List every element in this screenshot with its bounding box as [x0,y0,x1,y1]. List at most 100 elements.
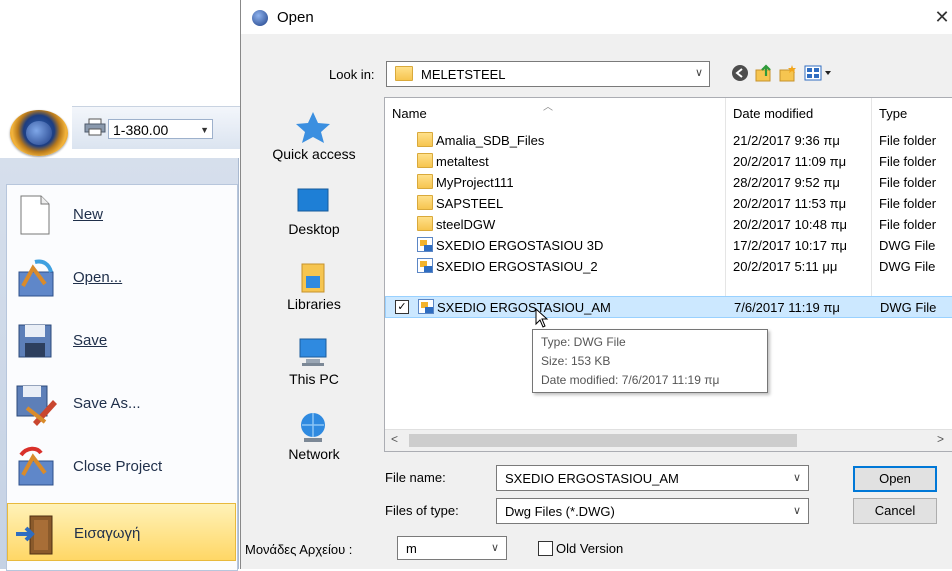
file-type: DWG File [879,259,936,274]
save-icon [18,324,52,358]
dwg-file-icon [417,237,433,252]
place-label: Quick access [272,146,356,162]
file-list[interactable]: ︿ Name Date modified Type Amalia_SDB_Fil… [384,97,952,452]
menu-item-new[interactable]: New [7,185,236,245]
mouse-cursor-icon [535,308,549,328]
units-label: Μονάδες Αρχείου : [245,542,353,557]
file-date: 7/6/2017 11:19 πμ [734,300,840,315]
look-in-combo[interactable]: MELETSTEEL ∨ [386,61,710,87]
cancel-button[interactable]: Cancel [853,498,937,524]
file-name: SXEDIO ERGOSTASIOU_2 [436,259,598,274]
menu-item-label: Save [73,332,108,349]
file-row[interactable]: SXEDIO ERGOSTASIOU_2 20/2/2017 5:11 μμ D… [385,256,952,276]
app-globe-icon [252,10,268,26]
close-button[interactable]: ✕ [931,5,952,29]
old-version-checkbox[interactable] [538,541,553,556]
quick-access-star-icon [296,112,330,143]
zoom-scale-combo[interactable]: 1-380.00 ▼ [108,119,213,139]
horizontal-scrollbar[interactable]: < > [385,429,952,451]
file-row[interactable]: Amalia_SDB_Files 21/2/2017 9:36 πμ File … [385,130,952,150]
file-info-tooltip: Type: DWG File Size: 153 KB Date modifie… [532,329,768,393]
dwg-file-icon [417,258,433,273]
file-date: 17/2/2017 10:17 πμ [733,238,848,253]
menu-item-import[interactable]: Εισαγωγή [7,503,236,561]
place-desktop[interactable]: Desktop [249,181,379,255]
file-name: steelDGW [436,217,496,232]
file-row[interactable]: SAPSTEEL 20/2/2017 11:53 πμ File folder [385,193,952,213]
new-document-icon [20,195,50,235]
back-icon[interactable] [730,64,750,82]
menu-item-save[interactable]: Save [7,311,236,371]
close-icon: ✕ [934,7,950,27]
scrollbar-thumb[interactable] [409,434,797,447]
column-header-type[interactable]: Type [879,106,907,121]
zoom-scale-value: 1-380.00 [113,122,169,138]
application-orb-button[interactable] [10,110,68,156]
application-menu-panel: New Open... Save Save As... Close Projec… [0,158,239,571]
folder-icon [417,132,433,147]
printer-icon[interactable] [84,118,106,136]
folder-icon [417,153,433,168]
chevron-down-icon: ▼ [200,125,209,135]
file-type: DWG File [880,300,937,315]
quick-access-toolbar: 1-380.00 ▼ [72,106,242,149]
menu-item-close-project[interactable]: Close Project [7,437,236,497]
scroll-right-icon[interactable]: > [937,432,944,446]
menu-item-save-as[interactable]: Save As... [7,374,236,434]
file-row[interactable]: steelDGW 20/2/2017 10:48 πμ File folder [385,214,952,234]
new-folder-icon[interactable] [778,64,798,82]
file-type: File folder [879,133,937,148]
file-date: 20/2/2017 11:53 πμ [733,196,847,211]
desktop-icon [297,188,329,212]
save-as-icon [16,385,57,426]
menu-item-label: Εισαγωγή [74,525,141,542]
close-project-icon [18,446,54,486]
dwg-file-icon [418,299,434,314]
file-type-combo[interactable]: Dwg Files (*.DWG) ∨ [496,498,809,524]
units-value: m [406,541,417,556]
file-date: 20/2/2017 11:09 πμ [733,154,847,169]
place-libraries[interactable]: Libraries [249,256,379,330]
scroll-left-icon[interactable]: < [391,432,398,446]
place-label: Desktop [288,221,340,237]
file-row-selected[interactable]: ✓ SXEDIO ERGOSTASIOU_AM 7/6/2017 11:19 π… [385,296,952,318]
view-menu-icon[interactable] [804,64,834,82]
file-row[interactable]: metaltest 20/2/2017 11:09 πμ File folder [385,151,952,171]
file-type: DWG File [879,238,936,253]
menu-item-open[interactable]: Open... [7,248,236,308]
file-row[interactable]: SXEDIO ERGOSTASIOU 3D 17/2/2017 10:17 πμ… [385,235,952,255]
place-quick-access[interactable]: Quick access [249,106,379,180]
units-combo[interactable]: m ∨ [397,536,507,560]
libraries-icon [301,263,325,293]
row-checkbox[interactable]: ✓ [395,300,409,314]
tooltip-size: Size: 153 KB [541,354,611,368]
file-row[interactable]: MyProject111 28/2/2017 9:52 πμ File fold… [385,172,952,192]
place-network[interactable]: Network [249,406,379,480]
cancel-button-label: Cancel [874,503,916,518]
open-button[interactable]: Open [853,466,937,492]
dialog-titlebar: Open ✕ [241,0,952,34]
file-name: SXEDIO ERGOSTASIOU 3D [436,238,604,253]
file-name: MyProject111 [436,175,514,190]
file-type: File folder [879,175,937,190]
application-menu-area: 1-380.00 ▼ New Open... Save Save As... C… [0,0,242,571]
menu-item-label: Save As... [73,395,141,412]
up-folder-icon[interactable] [754,64,774,82]
column-header-name[interactable]: Name [392,106,427,121]
application-menu-list: New Open... Save Save As... Close Projec… [6,184,238,571]
dialog-title: Open [277,9,314,26]
import-door-icon [16,515,53,555]
place-label: Network [288,446,340,462]
file-name: SXEDIO ERGOSTASIOU_AM [437,300,611,315]
file-name-combo[interactable]: SXEDIO ERGOSTASIOU_AM ∨ [496,465,809,491]
file-name-label: File name: [385,470,446,485]
file-type-label: Files of type: [385,503,459,518]
column-header-date[interactable]: Date modified [733,106,813,121]
open-button-label: Open [879,471,911,486]
file-name: SAPSTEEL [436,196,504,211]
chevron-down-icon: ∨ [490,542,499,554]
open-project-icon [18,259,54,297]
chevron-down-icon: ∨ [792,505,801,517]
network-icon [301,413,325,442]
place-this-pc[interactable]: This PC [249,331,379,405]
